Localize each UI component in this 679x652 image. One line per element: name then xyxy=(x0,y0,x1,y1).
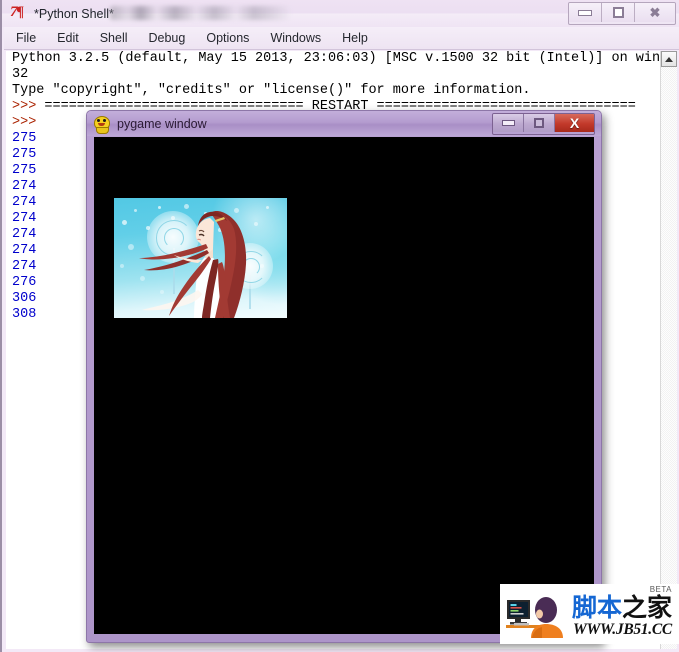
minimize-icon xyxy=(578,9,592,16)
menu-item-file[interactable]: File xyxy=(16,31,36,45)
pygame-mascot-icon xyxy=(93,115,110,134)
shell-output-line: 274 xyxy=(12,179,37,194)
pygame-close-button[interactable]: X xyxy=(555,114,594,132)
maximize-icon xyxy=(612,7,624,18)
vertical-scrollbar[interactable] xyxy=(660,51,677,649)
keyboard xyxy=(514,623,529,626)
menu-item-help[interactable]: Help xyxy=(342,31,368,45)
anime-girl-figure xyxy=(139,211,247,318)
jb51-watermark: BETA 脚本之家 WWW.JB51.CC xyxy=(500,584,679,644)
mascot-eye-right xyxy=(103,119,106,122)
shell-output-line: 275 xyxy=(12,147,37,162)
pygame-titlebar[interactable]: pygame window X xyxy=(87,111,601,136)
close-icon: ✖ xyxy=(649,5,661,20)
pygame-window-controls: X xyxy=(492,113,595,135)
mascot-body xyxy=(96,127,109,134)
menubar: File Edit Shell Debug Options Windows He… xyxy=(4,27,679,50)
site-name-black: 之家 xyxy=(622,593,673,622)
pygame-maximize-button[interactable] xyxy=(524,114,555,132)
scrollbar-up-button[interactable] xyxy=(661,51,677,67)
shell-text-line: Type "copyright", "credits" or "license(… xyxy=(12,83,531,98)
site-url: WWW.JB51.CC xyxy=(573,621,672,638)
blitted-anime-image xyxy=(114,198,287,318)
window-controls: ✖ xyxy=(568,2,676,25)
shell-prompt-line: >>> xyxy=(12,115,45,130)
pygame-window: pygame window X xyxy=(86,110,602,643)
python-shell-titlebar[interactable]: 7¶ *Python Shell* ✖ xyxy=(2,0,679,27)
shell-output-line: 274 xyxy=(12,195,37,210)
menu-item-windows[interactable]: Windows xyxy=(270,31,321,45)
site-name: 脚本之家 xyxy=(572,595,672,621)
menu-item-options[interactable]: Options xyxy=(206,31,249,45)
person-ear xyxy=(536,609,543,619)
menu-item-debug[interactable]: Debug xyxy=(149,31,186,45)
python-logo-glyph: 7¶ xyxy=(10,3,24,20)
maximize-icon xyxy=(534,118,544,128)
pygame-minimize-button[interactable] xyxy=(493,114,524,132)
close-icon: X xyxy=(569,115,580,131)
shell-text-line: 32 xyxy=(12,67,29,82)
shell-output-line: 306 xyxy=(12,291,37,306)
menu-item-shell[interactable]: Shell xyxy=(100,31,128,45)
minimize-icon xyxy=(501,120,515,126)
shell-output-line: 274 xyxy=(12,227,37,242)
shell-output-line: 308 xyxy=(12,307,37,322)
minimize-button[interactable] xyxy=(569,3,602,22)
shell-output-line: 274 xyxy=(12,211,37,226)
monitor-stand xyxy=(515,619,521,622)
site-name-blue: 脚本 xyxy=(572,593,623,622)
close-button[interactable]: ✖ xyxy=(635,3,675,22)
shell-text-line: Python 3.2.5 (default, May 15 2013, 23:0… xyxy=(12,51,660,66)
shell-output-line: 275 xyxy=(12,131,37,146)
person-at-computer-icon xyxy=(506,597,563,638)
pygame-title-group: pygame window xyxy=(93,114,207,134)
shell-output-line: 275 xyxy=(12,163,37,178)
shell-output-line: 274 xyxy=(12,243,37,258)
pygame-window-title: pygame window xyxy=(117,116,207,131)
pygame-display-surface[interactable] xyxy=(94,137,594,634)
python-shell-title-group: 7¶ *Python Shell* xyxy=(10,4,114,24)
python-logo-icon: 7¶ xyxy=(10,3,29,22)
sleeve-trail xyxy=(142,290,202,311)
chevron-up-icon xyxy=(665,56,673,62)
screen: 7¶ *Python Shell* ✖ File Edit Shell Debu… xyxy=(0,0,679,652)
maximize-button[interactable] xyxy=(602,3,635,22)
menu-item-edit[interactable]: Edit xyxy=(57,31,79,45)
shell-prompt: >>> xyxy=(12,99,45,114)
blurred-path-text xyxy=(110,6,290,20)
window-title: *Python Shell* xyxy=(34,7,114,21)
shell-output-line: 274 xyxy=(12,259,37,274)
shell-output-line: 276 xyxy=(12,275,37,290)
mascot-eye-left xyxy=(97,119,100,122)
